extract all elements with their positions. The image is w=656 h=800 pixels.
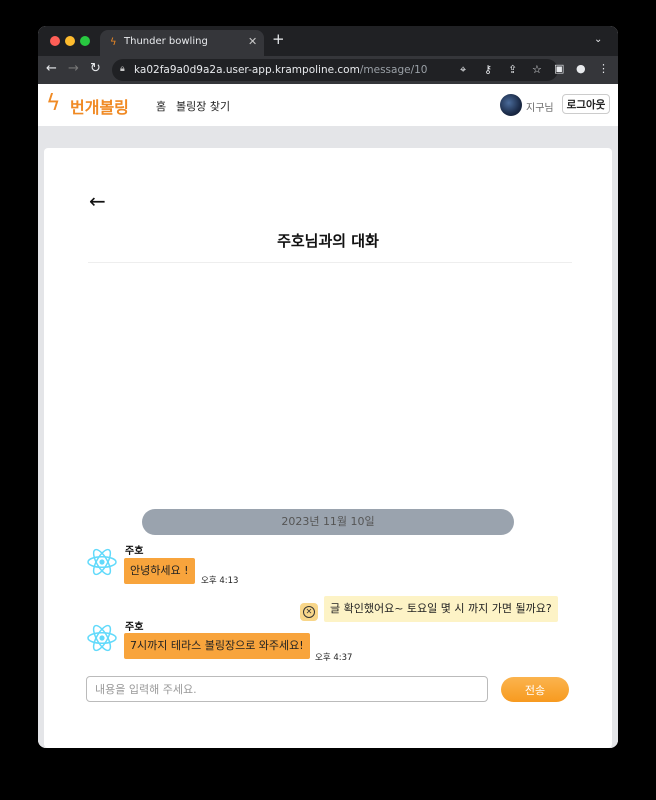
address-bar[interactable]: 🔒︎ ka02fa9a0d9a2a.user-app.krampoline.co… [112, 59, 558, 81]
user-name[interactable]: 지구님 [526, 99, 554, 114]
close-tab-icon[interactable]: ✕ [248, 35, 257, 48]
message-sender: 주호 [125, 546, 144, 557]
tab-search-chevron-icon[interactable]: ⌄ [594, 34, 602, 45]
side-panel-icon[interactable]: ▣ [554, 62, 564, 75]
title-divider [88, 262, 572, 263]
message-sender: 주호 [125, 622, 144, 633]
close-window-dot[interactable] [50, 36, 60, 46]
react-avatar-icon [87, 624, 117, 652]
more-menu-icon[interactable]: ⋮ [598, 62, 609, 75]
delete-message-button[interactable]: ✕ [300, 603, 318, 621]
reload-icon[interactable]: ↻ [90, 61, 101, 77]
react-avatar-icon [87, 548, 117, 576]
send-button[interactable]: 전송 [501, 677, 569, 702]
conversation-title: 주호님과의 대화 [277, 232, 379, 250]
incoming-message-bubble: 7시까지 테라스 볼링장으로 와주세요! [124, 633, 310, 659]
message-time: 오후 4:37 [315, 653, 353, 663]
message-input[interactable] [86, 676, 488, 702]
outgoing-message-bubble: 글 확인했어요~ 토요일 몇 시 까지 가면 될까요? [324, 596, 558, 622]
new-tab-plus-icon[interactable]: + [272, 32, 285, 47]
user-avatar[interactable] [500, 94, 522, 116]
key-icon[interactable]: ⚷ [484, 63, 492, 76]
share-icon[interactable]: ⇪ [508, 63, 517, 76]
tab-title: Thunder bowling [124, 36, 208, 47]
location-pin-icon[interactable]: ⌖ [460, 63, 466, 77]
message-time: 오후 4:13 [201, 576, 239, 586]
date-separator: 2023년 11월 10일 [142, 509, 514, 535]
app-header: ϟ 번개볼링 홈 볼링장 찾기 지구님 로그아웃 [38, 84, 618, 126]
incoming-message-bubble: 안녕하세요 ! [124, 558, 195, 584]
nav-home[interactable]: 홈 [156, 98, 166, 114]
lock-icon: 🔒︎ [120, 64, 125, 74]
back-nav-icon[interactable]: ← [46, 61, 57, 77]
nav-find-alley[interactable]: 볼링장 찾기 [176, 98, 230, 114]
tab-bar: ϟ Thunder bowling ✕ + ⌄ [38, 26, 618, 56]
forward-nav-icon[interactable]: → [68, 61, 79, 77]
bolt-logo-icon[interactable]: ϟ [46, 92, 61, 116]
bolt-favicon-icon: ϟ [110, 37, 117, 48]
bookmark-star-icon[interactable]: ☆ [532, 63, 542, 76]
back-arrow-icon[interactable]: ← [89, 190, 106, 212]
browser-window: ϟ Thunder bowling ✕ + ⌄ ← → ↻ 🔒︎ ka02fa9… [38, 26, 618, 748]
minimize-window-dot[interactable] [65, 36, 75, 46]
browser-tab[interactable]: ϟ Thunder bowling ✕ [100, 30, 264, 56]
maximize-window-dot[interactable] [80, 36, 90, 46]
close-circle-icon: ✕ [303, 606, 315, 618]
profile-icon[interactable]: ● [576, 62, 586, 75]
url-text: ka02fa9a0d9a2a.user-app.krampoline.com/m… [134, 64, 428, 76]
logout-button[interactable]: 로그아웃 [562, 94, 610, 114]
logo-text[interactable]: 번개볼링 [70, 94, 129, 118]
browser-toolbar: ← → ↻ 🔒︎ ka02fa9a0d9a2a.user-app.krampol… [38, 56, 618, 84]
